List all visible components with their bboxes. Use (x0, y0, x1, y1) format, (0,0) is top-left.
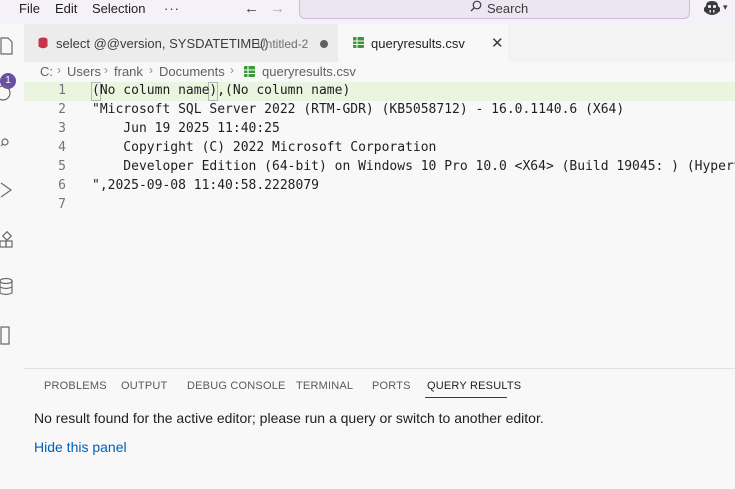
editor-tab-bar: select @@version, SYSDATETIME() Untitled… (24, 24, 735, 62)
search-label: Search (487, 1, 529, 16)
tab-label: queryresults.csv (371, 36, 465, 51)
title-bar: File Edit Selection ··· ← → Search ▾ (0, 0, 735, 24)
search-icon (470, 0, 482, 12)
tab-sql-query[interactable]: select @@version, SYSDATETIME() Untitled… (24, 24, 338, 62)
line-number: 1 (58, 83, 66, 98)
line-number: 7 (58, 197, 66, 212)
code-line[interactable]: ",2025-09-08 11:40:58.2228079 (92, 178, 319, 193)
code-line[interactable]: Copyright (C) 2022 Microsoft Corporation (92, 140, 436, 155)
code-line[interactable]: "Microsoft SQL Server 2022 (RTM-GDR) (KB… (92, 102, 624, 117)
breadcrumb: C: › Users › frank › Documents › queryre… (24, 62, 735, 82)
panel-message: No result found for the active editor; p… (34, 410, 544, 426)
menu-more[interactable]: ··· (164, 1, 180, 16)
chevron-down-icon[interactable]: ▾ (723, 2, 728, 13)
active-tab-indicator (425, 397, 507, 398)
back-arrow-icon[interactable]: ← (244, 0, 259, 17)
breadcrumb-user[interactable]: frank (114, 64, 143, 79)
menu-file[interactable]: File (19, 1, 40, 16)
line-number: 5 (58, 159, 66, 174)
line-number: 4 (58, 140, 66, 155)
database-icon (38, 37, 48, 49)
csv-file-icon (244, 66, 255, 77)
code-line[interactable]: Jun 19 2025 11:40:25 (92, 121, 280, 136)
run-debug-icon[interactable] (0, 180, 14, 200)
chevron-right-icon: › (149, 63, 153, 77)
activity-bar: 1 (0, 24, 24, 489)
menu-edit[interactable]: Edit (55, 1, 77, 16)
panel-tab-debug-console[interactable]: DEBUG CONSOLE (187, 380, 286, 392)
code-line[interactable]: (No column name),(No column name) (92, 83, 350, 98)
explorer-icon[interactable] (0, 36, 14, 56)
panel-tab-terminal[interactable]: TERMINAL (296, 380, 353, 392)
breadcrumb-documents[interactable]: Documents (159, 64, 225, 79)
chevron-right-icon: › (230, 63, 234, 77)
breadcrumb-file[interactable]: queryresults.csv (262, 64, 356, 79)
line-number: 3 (58, 121, 66, 136)
code-line[interactable]: Developer Edition (64-bit) on Windows 10… (92, 159, 735, 174)
breadcrumb-drive[interactable]: C: (40, 64, 53, 79)
book-icon[interactable] (0, 325, 14, 345)
csv-file-icon (353, 37, 364, 48)
unsaved-dot-icon[interactable] (320, 40, 328, 48)
close-icon[interactable]: ✕ (491, 34, 504, 52)
forward-arrow-icon[interactable]: → (270, 0, 285, 17)
extensions-icon[interactable] (0, 230, 14, 250)
source-control-icon[interactable] (0, 132, 14, 152)
panel-tab-problems[interactable]: PROBLEMS (44, 380, 107, 392)
chevron-right-icon: › (57, 63, 61, 77)
tab-description: Untitled-2 (257, 37, 309, 51)
panel-tab-output[interactable]: OUTPUT (121, 380, 167, 392)
tab-queryresults-csv[interactable]: queryresults.csv ✕ (338, 24, 508, 62)
tab-label: select @@version, SYSDATETIME() (56, 36, 269, 51)
breadcrumb-users[interactable]: Users (67, 64, 101, 79)
panel-tab-ports[interactable]: PORTS (372, 380, 411, 392)
code-editor[interactable]: 1 (No column name),(No column name) 2 "M… (24, 82, 735, 368)
hide-panel-link[interactable]: Hide this panel (34, 439, 127, 455)
bottom-panel: PROBLEMS OUTPUT DEBUG CONSOLE TERMINAL P… (24, 368, 735, 489)
line-number: 6 (58, 178, 66, 193)
panel-tab-query-results[interactable]: QUERY RESULTS (427, 380, 521, 392)
copilot-icon[interactable] (703, 0, 721, 15)
menu-selection[interactable]: Selection (92, 1, 145, 16)
vscode-window: File Edit Selection ··· ← → Search ▾ 1 s… (0, 0, 735, 489)
chevron-right-icon: › (104, 63, 108, 77)
line-number: 2 (58, 102, 66, 117)
database-icon[interactable] (0, 277, 14, 297)
search-view-icon[interactable] (0, 84, 14, 104)
